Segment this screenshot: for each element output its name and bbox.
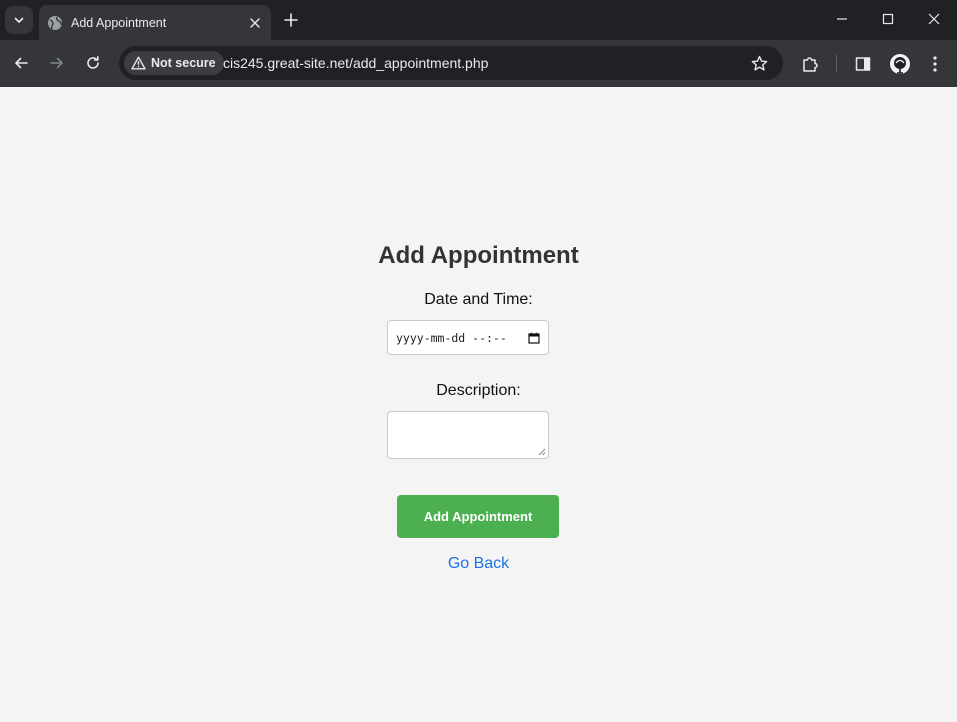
minimize-icon <box>837 18 847 20</box>
window-close-button[interactable] <box>911 0 957 38</box>
datetime-input[interactable]: yyyy-mm-dd --:-- <box>387 320 549 355</box>
star-icon[interactable] <box>748 53 770 73</box>
add-appointment-button[interactable]: Add Appointment <box>397 495 559 538</box>
url-text[interactable]: cis245.great-site.net/add_appointment.ph… <box>223 55 488 71</box>
toolbar-divider <box>836 55 837 72</box>
maximize-icon <box>882 13 894 25</box>
active-tab[interactable]: Add Appointment <box>39 5 271 40</box>
more-vert-icon <box>933 56 937 72</box>
calendar-icon[interactable] <box>528 332 540 344</box>
back-button[interactable] <box>7 49 35 77</box>
security-chip[interactable]: Not secure <box>124 51 224 75</box>
reload-icon <box>87 56 99 69</box>
puzzle-icon <box>803 57 818 72</box>
resize-grip-icon[interactable] <box>538 448 546 456</box>
close-icon[interactable] <box>247 15 263 31</box>
forward-arrow-icon <box>50 57 63 69</box>
page-title: Add Appointment <box>378 242 579 269</box>
minimize-button[interactable] <box>819 0 865 38</box>
chevron-down-icon <box>14 17 24 23</box>
globe-icon <box>47 15 63 31</box>
forward-button[interactable] <box>43 49 71 77</box>
description-label: Description: <box>436 382 521 399</box>
tab-search-button[interactable] <box>5 6 33 34</box>
browser-toolbar: Not secure cis245.great-site.net/add_app… <box>0 40 957 87</box>
new-tab-button[interactable] <box>280 9 302 31</box>
reload-button[interactable] <box>79 49 107 77</box>
security-label: Not secure <box>151 56 216 70</box>
back-arrow-icon <box>15 57 28 69</box>
datetime-placeholder: yyyy-mm-dd --:-- <box>396 330 507 345</box>
close-icon <box>928 13 940 25</box>
page-viewport: Add Appointment Date and Time: yyyy-mm-d… <box>0 87 957 722</box>
extensions-button[interactable] <box>798 52 822 76</box>
address-bar[interactable]: Not secure cis245.great-site.net/add_app… <box>119 46 783 80</box>
plus-icon <box>284 13 298 27</box>
browser-menu-button[interactable] <box>923 52 947 76</box>
tab-title: Add Appointment <box>71 15 167 30</box>
side-panel-icon <box>855 57 871 71</box>
datetime-label: Date and Time: <box>424 291 533 308</box>
maximize-button[interactable] <box>865 0 911 38</box>
go-back-link[interactable]: Go Back <box>0 555 957 573</box>
tab-strip: Add Appointment <box>0 0 957 40</box>
warning-icon <box>130 55 146 71</box>
description-textarea[interactable] <box>387 411 549 459</box>
profile-icon <box>890 54 910 74</box>
side-panel-button[interactable] <box>851 52 875 76</box>
profile-button[interactable] <box>888 52 912 76</box>
